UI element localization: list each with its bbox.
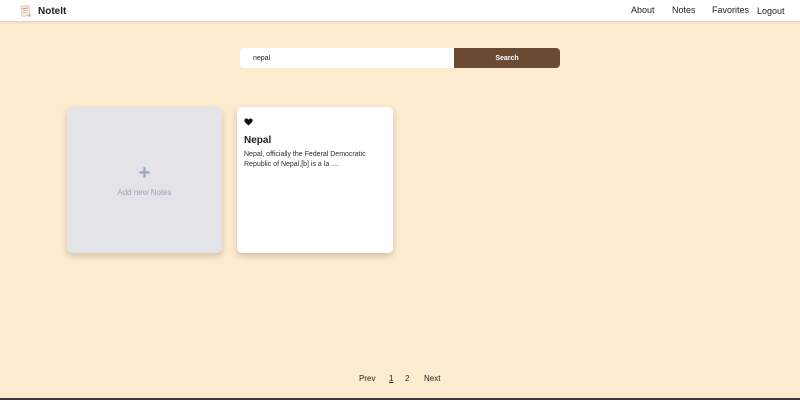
note-body: Nepal, officially the Federal Democratic… <box>244 151 366 168</box>
note-card[interactable]: Nepal Nepal, officially the Federal Demo… <box>237 107 393 253</box>
note-title: Nepal <box>244 135 272 146</box>
logout-button[interactable]: Logout <box>757 6 785 16</box>
nav-link-favorites[interactable]: Favorites <box>712 5 749 15</box>
top-navbar: NoteIt About Notes Favorites Logout <box>0 0 800 21</box>
plus-icon: + <box>138 162 151 184</box>
pagination-page-1[interactable]: 1 <box>389 374 393 383</box>
search-bar: Search <box>240 48 560 68</box>
search-button[interactable]: Search <box>454 48 560 68</box>
heart-icon[interactable] <box>244 118 253 126</box>
nav-link-about[interactable]: About <box>631 5 655 15</box>
nav-links: About Notes Favorites Logout <box>0 0 800 21</box>
pagination-page-2[interactable]: 2 <box>405 374 409 383</box>
pagination-prev[interactable]: Prev <box>359 374 375 383</box>
pagination: Prev 1 2 Next <box>0 373 800 387</box>
search-input[interactable] <box>240 48 454 68</box>
pagination-next[interactable]: Next <box>424 374 440 383</box>
add-note-label: Add new Notes <box>117 188 172 197</box>
nav-link-notes[interactable]: Notes <box>672 5 696 15</box>
add-note-card[interactable]: + Add new Notes <box>67 107 222 253</box>
